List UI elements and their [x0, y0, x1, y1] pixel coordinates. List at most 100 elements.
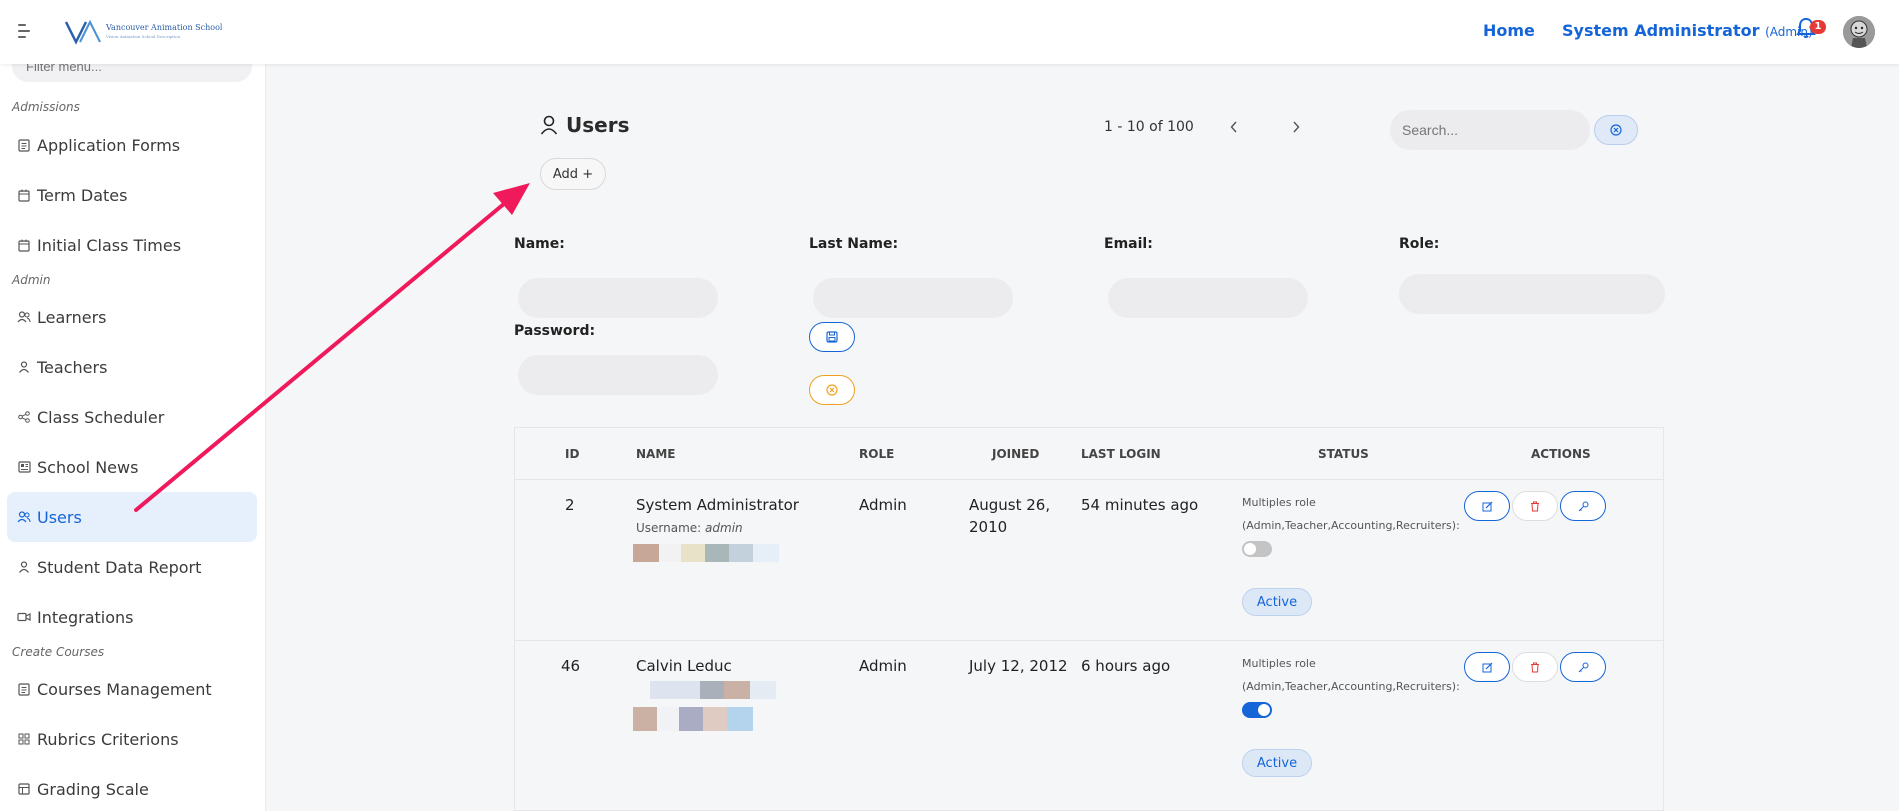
sidebar-item-initial-class-times[interactable]: Initial Class Times: [7, 220, 257, 270]
column-header-id[interactable]: ID: [565, 447, 579, 461]
last-name-field[interactable]: [813, 278, 1013, 318]
sidebar-item-label: Student Data Report: [37, 557, 202, 577]
reset-password-button[interactable]: [1560, 491, 1606, 521]
chevron-right-icon: [1293, 121, 1300, 133]
section-label-admissions: Admissions: [12, 100, 80, 114]
sidebar-item-rubrics-criterions[interactable]: Rubrics Criterions: [7, 714, 257, 764]
document-icon: [17, 138, 31, 152]
video-icon: [17, 610, 31, 624]
sidebar-item-users[interactable]: Users: [7, 492, 257, 542]
username-value: admin: [705, 521, 743, 535]
row-joined: July 12, 2012: [969, 657, 1068, 675]
next-page-button[interactable]: [1286, 116, 1306, 138]
column-header-role[interactable]: ROLE: [859, 447, 894, 461]
menu-toggle-icon[interactable]: [18, 22, 32, 40]
redacted-content: [724, 681, 750, 699]
add-user-button[interactable]: Add +: [540, 158, 606, 190]
column-header-name[interactable]: NAME: [636, 447, 675, 461]
sidebar-item-label: School News: [37, 457, 139, 477]
close-circle-icon: [1610, 124, 1622, 136]
email-field[interactable]: [1108, 278, 1308, 318]
sidebar-item-label: Initial Class Times: [37, 235, 182, 255]
delete-button[interactable]: [1512, 652, 1558, 682]
redacted-content: [633, 544, 659, 562]
role-select[interactable]: [1399, 274, 1665, 314]
search-clear-button[interactable]: [1594, 115, 1638, 145]
redacted-content: [657, 707, 679, 731]
logo-text: Vancouver Animation School: [106, 23, 223, 32]
row-role: Admin: [859, 496, 907, 514]
column-header-status[interactable]: STATUS: [1318, 447, 1369, 461]
user-icon: [17, 560, 31, 574]
sidebar-item-integrations[interactable]: Integrations: [7, 592, 257, 642]
user-menu[interactable]: System Administrator (Admin): [1562, 21, 1813, 40]
school-logo[interactable]: Vancouver Animation School Vision Animat…: [64, 16, 222, 48]
section-label-admin: Admin: [12, 273, 51, 287]
role-label: Role:: [1399, 236, 1440, 252]
save-icon: [826, 331, 838, 343]
sidebar-item-student-data-report[interactable]: Student Data Report: [7, 542, 257, 592]
filter-menu-input[interactable]: [12, 64, 252, 82]
row-name: System Administrator: [636, 496, 799, 514]
pagination-summary: 1 - 10 of 100: [1104, 119, 1194, 135]
status-badge: Active: [1242, 749, 1312, 777]
users-table: ID NAME ROLE JOINED LAST LOGIN STATUS AC…: [514, 427, 1664, 811]
previous-page-button[interactable]: [1224, 116, 1244, 138]
users-icon: [17, 310, 31, 324]
table-icon: [17, 782, 31, 796]
delete-button[interactable]: [1512, 491, 1558, 521]
row-joined: August 26, 2010: [969, 496, 1051, 536]
cancel-button[interactable]: [809, 375, 855, 405]
sidebar-item-term-dates[interactable]: Term Dates: [7, 170, 257, 220]
close-circle-icon: [826, 384, 838, 396]
password-label: Password:: [514, 323, 596, 339]
edit-button[interactable]: [1464, 652, 1510, 682]
sidebar-item-teachers[interactable]: Teachers: [7, 342, 257, 392]
row-name: Calvin Leduc: [636, 657, 732, 675]
name-label: Name:: [514, 236, 565, 252]
sidebar-item-class-scheduler[interactable]: Class Scheduler: [7, 392, 257, 442]
column-header-actions: ACTIONS: [1531, 447, 1591, 461]
trash-icon: [1531, 662, 1539, 672]
sidebar-item-label: Courses Management: [37, 679, 212, 699]
name-field[interactable]: [518, 278, 718, 318]
row-last-login: 54 minutes ago: [1081, 496, 1199, 514]
row-role: Admin: [859, 657, 907, 675]
users-icon: [17, 510, 31, 524]
multiple-role-toggle[interactable]: [1242, 541, 1272, 557]
redacted-content: [729, 544, 753, 562]
multiple-role-toggle[interactable]: [1242, 702, 1272, 718]
notification-badge: 1: [1810, 20, 1826, 34]
logo-subtext: Vision Animation School Description: [106, 34, 181, 39]
search-input[interactable]: [1390, 110, 1590, 150]
sidebar-item-grading-scale[interactable]: Grading Scale: [7, 764, 257, 811]
avatar[interactable]: [1843, 16, 1875, 48]
redacted-content: [659, 544, 681, 562]
key-icon: [1578, 662, 1588, 672]
column-header-last-login[interactable]: LAST LOGIN: [1081, 447, 1161, 461]
calendar-icon: [17, 188, 31, 202]
sidebar-item-school-news[interactable]: School News: [7, 442, 257, 492]
multiple-role-label: Multiples role (Admin,Teacher,Accounting…: [1242, 496, 1460, 532]
redacted-content: [650, 681, 700, 699]
sidebar-item-learners[interactable]: Learners: [7, 292, 257, 342]
sidebar-item-label: Users: [37, 507, 82, 527]
page-title: Users: [540, 113, 629, 137]
password-field[interactable]: [518, 355, 718, 395]
sidebar-item-label: Application Forms: [37, 135, 181, 155]
newspaper-icon: [17, 460, 31, 474]
reset-password-button[interactable]: [1560, 652, 1606, 682]
sidebar-item-application-forms[interactable]: Application Forms: [7, 120, 257, 170]
multiple-role-label: Multiples role (Admin,Teacher,Accounting…: [1242, 657, 1460, 693]
redacted-content: [705, 544, 729, 562]
sidebar-item-courses-management[interactable]: Courses Management: [7, 664, 257, 714]
row-id: 2: [565, 496, 575, 514]
last-name-label: Last Name:: [809, 236, 899, 252]
user-icon: [17, 360, 31, 374]
edit-button[interactable]: [1464, 491, 1510, 521]
table-row: 2 System Administrator Username: admin A…: [515, 479, 1663, 640]
column-header-joined[interactable]: JOINED: [992, 447, 1039, 461]
home-link[interactable]: Home: [1483, 21, 1535, 40]
redacted-content: [727, 707, 753, 731]
save-button[interactable]: [809, 322, 855, 352]
